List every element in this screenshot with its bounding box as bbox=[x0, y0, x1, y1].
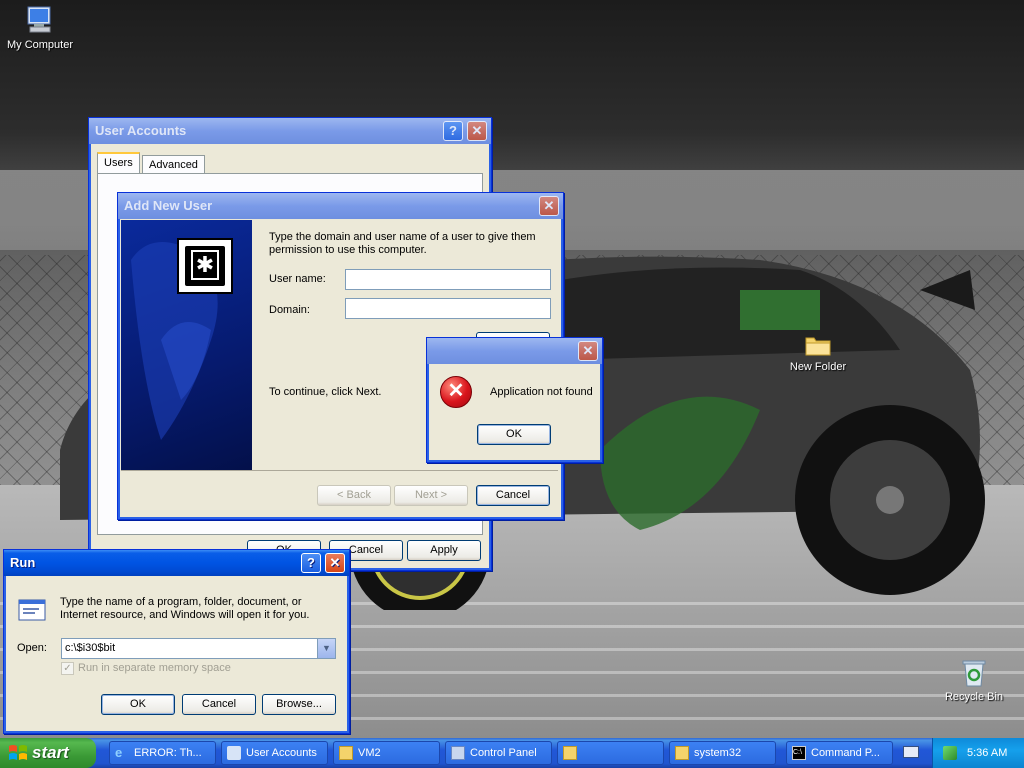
task-label: VM2 bbox=[358, 747, 381, 759]
chevron-down-icon: ▼ bbox=[322, 643, 331, 653]
close-button[interactable]: ✕ bbox=[539, 196, 559, 216]
control-panel-icon bbox=[451, 746, 465, 760]
close-button[interactable]: ✕ bbox=[467, 121, 487, 141]
error-dialog-titlebar[interactable]: ✕ bbox=[427, 338, 602, 364]
start-button[interactable]: start bbox=[0, 738, 96, 768]
task-label: ERROR: Th... bbox=[134, 747, 202, 759]
help-button[interactable]: ? bbox=[443, 121, 463, 141]
ie-icon: e bbox=[115, 745, 123, 760]
window-title: Run bbox=[10, 555, 36, 570]
run-description: Type the name of a program, folder, docu… bbox=[60, 596, 310, 621]
error-icon: ✕ bbox=[440, 376, 472, 408]
folder-icon bbox=[339, 746, 353, 760]
apply-button[interactable]: Apply bbox=[407, 540, 481, 561]
open-label: Open: bbox=[17, 642, 47, 654]
folder-icon bbox=[563, 746, 577, 760]
wizard-divider bbox=[121, 470, 558, 471]
task-label: Control Panel bbox=[470, 747, 537, 759]
desktop-icon-new-folder[interactable]: New Folder bbox=[778, 332, 858, 373]
add-new-user-titlebar[interactable]: Add New User ✕ bbox=[118, 193, 563, 219]
ok-button[interactable]: OK bbox=[477, 424, 551, 445]
folder-icon bbox=[675, 746, 689, 760]
open-combobox[interactable]: c:\$i30$bit ▼ bbox=[61, 638, 336, 659]
continue-text: To continue, click Next. bbox=[269, 386, 382, 398]
tray-network-icon[interactable] bbox=[943, 746, 957, 760]
close-button[interactable]: ✕ bbox=[578, 341, 598, 361]
key-icon: ✱ bbox=[177, 238, 233, 294]
user-accounts-titlebar[interactable]: User Accounts ? ✕ bbox=[89, 118, 491, 144]
task-control-panel[interactable]: Control Panel bbox=[445, 741, 552, 765]
task-label: Command P... bbox=[811, 747, 880, 759]
error-message: Application not found bbox=[490, 386, 593, 398]
run-dialog: Run ? ✕ Type the name of a program, fold… bbox=[3, 549, 350, 734]
folder-icon bbox=[805, 337, 831, 356]
user-accounts-icon bbox=[227, 746, 241, 760]
start-label: start bbox=[32, 743, 69, 762]
help-button[interactable]: ? bbox=[301, 553, 321, 573]
domain-input[interactable] bbox=[345, 298, 551, 319]
recycle-bin-icon bbox=[962, 660, 986, 687]
desktop-icon-recycle-bin[interactable]: Recycle Bin bbox=[934, 656, 1014, 703]
clock[interactable]: 5:36 AM bbox=[967, 738, 1007, 768]
domain-label: Domain: bbox=[269, 304, 310, 316]
window-title: Add New User bbox=[124, 198, 213, 213]
task-user-accounts[interactable]: User Accounts bbox=[221, 741, 328, 765]
close-button[interactable]: ✕ bbox=[325, 553, 345, 573]
next-button[interactable]: Next > bbox=[394, 485, 468, 506]
window-title: User Accounts bbox=[95, 123, 187, 138]
task-folder[interactable] bbox=[557, 741, 664, 765]
open-input-value[interactable]: c:\$i30$bit bbox=[65, 642, 115, 654]
system-tray: 5:36 AM bbox=[932, 738, 1024, 768]
task-error-ie[interactable]: e ERROR: Th... bbox=[109, 741, 216, 765]
cancel-button[interactable]: Cancel bbox=[182, 694, 256, 715]
wizard-banner: ✱ bbox=[121, 220, 252, 470]
error-dialog: ✕ ✕ Application not found OK bbox=[426, 337, 603, 463]
desktop: My Computer New Folder Recycle Bin User … bbox=[0, 0, 1024, 738]
user-name-label: User name: bbox=[269, 273, 326, 285]
ok-button[interactable]: OK bbox=[101, 694, 175, 715]
memory-space-label: Run in separate memory space bbox=[78, 662, 231, 674]
run-program-icon bbox=[18, 599, 46, 621]
task-command-prompt[interactable]: C:\ Command P... bbox=[786, 741, 893, 765]
task-vm2[interactable]: VM2 bbox=[333, 741, 440, 765]
instructions-text: Type the domain and user name of a user … bbox=[269, 231, 536, 256]
desktop-icon-label: New Folder bbox=[789, 361, 847, 373]
dropdown-button[interactable]: ▼ bbox=[317, 639, 335, 658]
tab-advanced[interactable]: Advanced bbox=[142, 155, 205, 174]
desktop-icon-label: My Computer bbox=[6, 39, 74, 51]
browse-button[interactable]: Browse... bbox=[262, 694, 336, 715]
task-label: system32 bbox=[694, 747, 742, 759]
tab-users[interactable]: Users bbox=[97, 152, 140, 173]
cmd-icon: C:\ bbox=[792, 746, 806, 760]
windows-logo-icon bbox=[9, 745, 27, 760]
user-name-input[interactable] bbox=[345, 269, 551, 290]
back-button[interactable]: < Back bbox=[317, 485, 391, 506]
task-system32[interactable]: system32 bbox=[669, 741, 776, 765]
memory-space-checkbox[interactable]: ✓ bbox=[61, 662, 74, 675]
computer-icon bbox=[27, 6, 51, 33]
desktop-icon-my-computer[interactable]: My Computer bbox=[0, 4, 80, 51]
keyboard-icon[interactable] bbox=[903, 746, 919, 758]
desktop-icon-label: Recycle Bin bbox=[944, 691, 1004, 703]
task-label: User Accounts bbox=[246, 747, 317, 759]
run-titlebar[interactable]: Run ? ✕ bbox=[4, 550, 349, 576]
cancel-button[interactable]: Cancel bbox=[476, 485, 550, 506]
taskbar: start e ERROR: Th... User Accounts VM2 C… bbox=[0, 738, 1024, 768]
